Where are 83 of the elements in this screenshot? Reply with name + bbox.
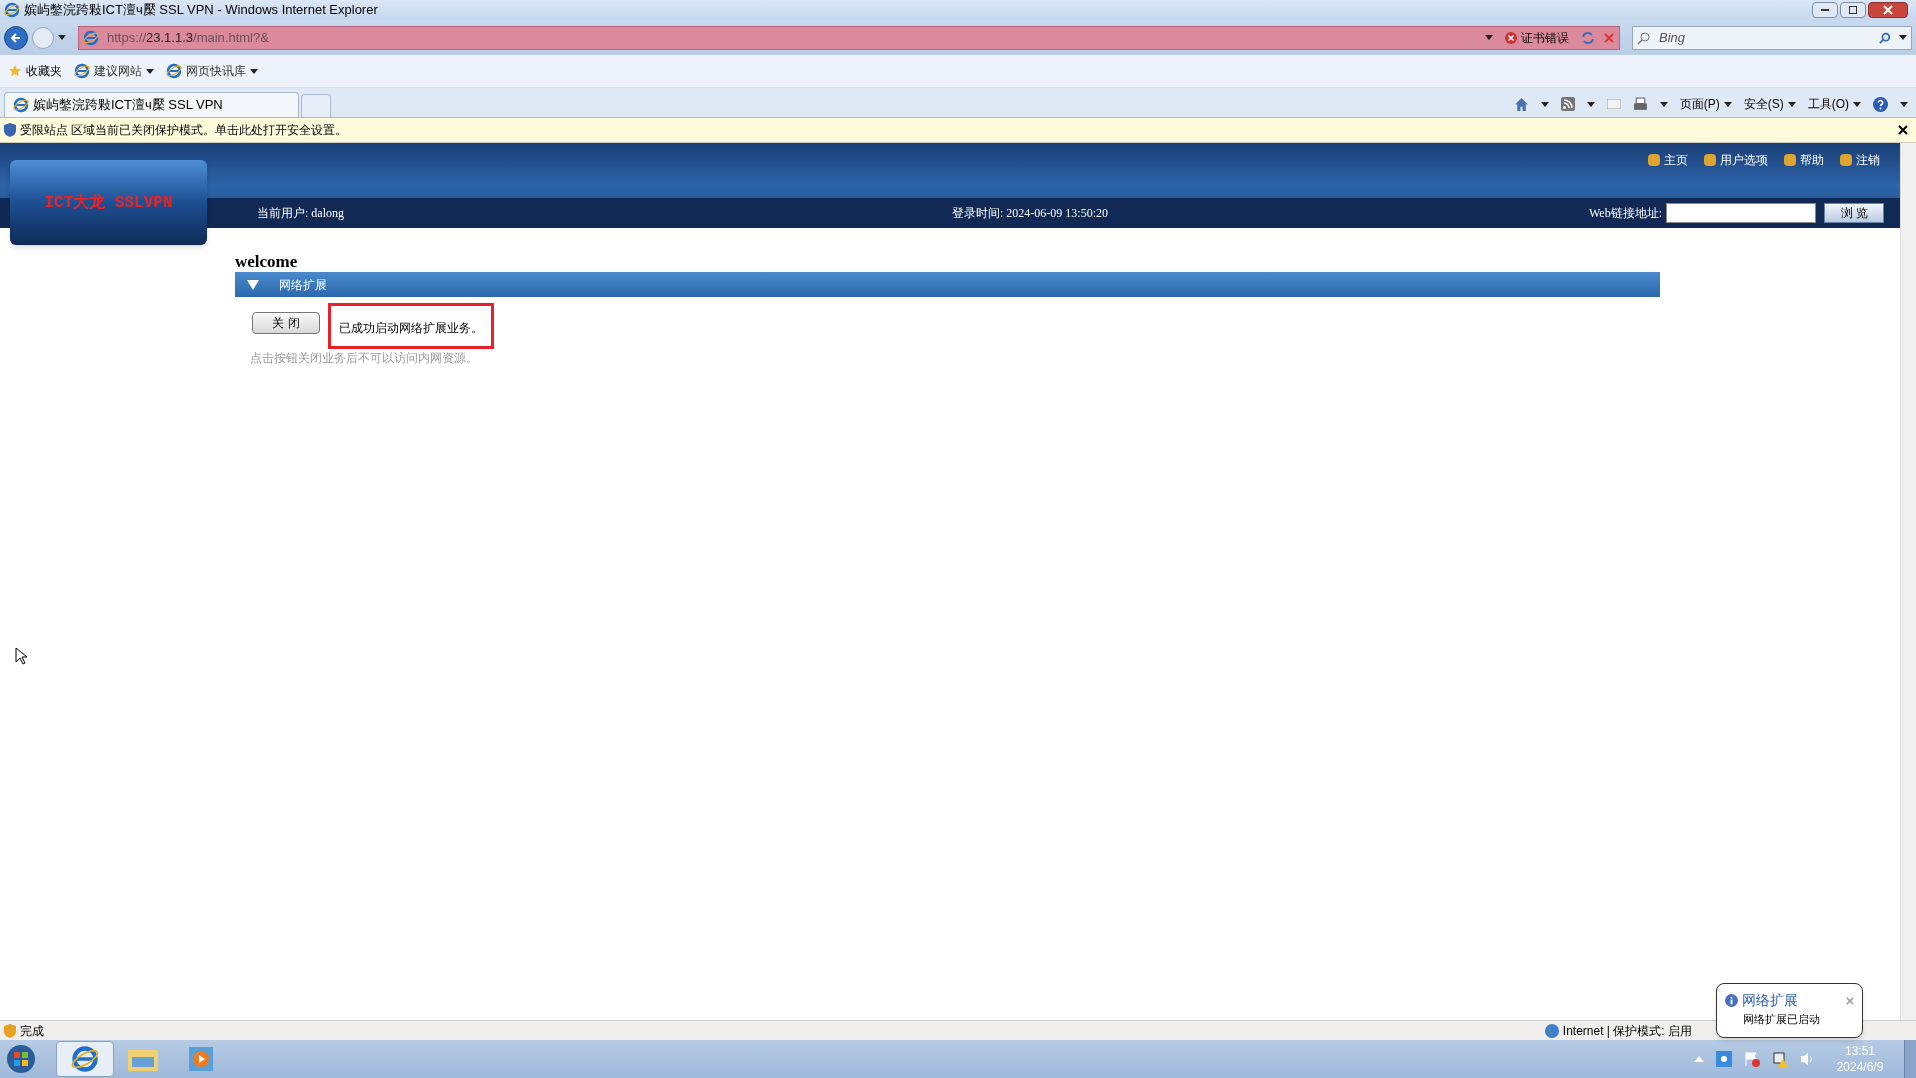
browser-icon [74,63,90,79]
home-icon[interactable] [1513,96,1529,112]
header-nav-link[interactable]: 用户选项 [1704,151,1768,169]
shield-icon [4,123,16,137]
status-text: 完成 [20,1022,44,1040]
header-nav-link[interactable]: 主页 [1648,151,1688,169]
web-link-field[interactable] [1666,203,1816,223]
windows-logo-icon [6,1044,36,1074]
back-button[interactable] [4,25,28,50]
browse-button[interactable]: 浏 览 [1824,203,1884,223]
caret-icon [250,68,258,74]
browser-icon [166,63,182,79]
scrollbar[interactable] [1900,143,1916,1020]
help-icon[interactable] [1873,96,1888,112]
globe-icon [1544,1023,1559,1038]
mouse-cursor-icon [15,647,27,665]
command-menu[interactable]: 工具(O) [1807,95,1861,113]
caret-icon [1586,101,1595,107]
header-nav-link[interactable]: 注销 [1840,151,1880,169]
print-icon[interactable] [1632,96,1648,112]
caret-icon [1787,101,1796,107]
close-icon [1883,5,1893,15]
address-field[interactable]: https://23.1.1.3/main.html?& 证书错误 [78,25,1620,50]
media-player-icon [189,1047,213,1071]
folder-icon [128,1047,158,1071]
refresh-icon[interactable] [1581,30,1595,45]
browser-icon [83,29,99,46]
nav-icon [1648,154,1660,166]
browser-tab[interactable]: 嫔屿鐅浣跨敤ICT澶ч檿 SSL VPN [4,92,299,117]
logo-text: ICT大龙 SSLVPN [44,192,173,214]
nav-icon [1704,154,1716,166]
star-icon [8,64,22,78]
browser-icon [4,2,20,18]
command-menu[interactable]: 页面(P) [1679,95,1732,113]
caret-icon [58,35,66,40]
caret-icon [1853,101,1861,107]
info-icon [1725,994,1738,1007]
close-button[interactable] [1868,2,1908,18]
current-user: 当前用户: dalong [257,205,344,222]
search-icon [1637,30,1651,45]
login-time: 登录时间: 2024-06-09 13:50:20 [952,205,1108,222]
search-icon[interactable] [1879,31,1891,44]
caret-icon [1485,35,1493,40]
feed-icon[interactable] [1560,97,1575,111]
window-title: 嫔屿鐅浣跨敤ICT澶ч檿 SSL VPN - Windows Internet Explorer [24,1,379,20]
caret-icon [1900,101,1908,107]
certificate-error-button[interactable]: 证书错误 [1501,28,1573,47]
status-message: 已成功启动网络扩展业务。 [328,303,494,349]
caret-icon [146,68,154,74]
browser-icon [13,97,29,113]
info-bar[interactable]: 受限站点 区域当前已关闭保护模式。单击此处打开安全设置。 [0,118,1916,143]
notification-body: 网络扩展已启动 [1742,1012,1821,1027]
caret-icon [1899,35,1907,40]
notification-title: 网络扩展 [1742,991,1798,1010]
close-service-button[interactable]: 关 闭 [252,312,320,334]
web-link-label: Web链接地址: [1588,205,1662,222]
zone-text: Internet | 保护模式: 启用 [1562,1022,1692,1040]
caret-icon [1540,101,1549,107]
nav-icon [1784,154,1796,166]
favorites-item[interactable]: 建议网站 [74,62,154,80]
search-box[interactable]: Bing [1632,25,1912,50]
close-icon[interactable] [1898,125,1908,135]
warning-shield-icon [4,1023,16,1038]
welcome-heading: welcome [235,252,299,272]
nav-icon [1840,154,1852,166]
hint-text: 点击按钮关闭业务后不可以访问内网资源。 [249,350,479,367]
url-text: https://23.1.1.3/main.html?& [107,28,270,47]
taskbar-item[interactable] [56,1041,114,1077]
caret-icon [1659,101,1668,107]
back-arrow-icon [10,31,22,44]
search-field[interactable]: Bing [1659,27,1871,48]
section-header[interactable]: 网络扩展 [235,272,1660,297]
command-menu[interactable]: 安全(S) [1743,95,1796,113]
favorites-item[interactable]: 收藏夹 [8,62,62,80]
caret-icon [1723,101,1732,107]
favorites-item[interactable]: 网页快讯库 [166,62,258,80]
network-warning-icon[interactable] [1772,1051,1788,1067]
minimize-button[interactable] [1812,2,1838,18]
restore-button[interactable] [1840,2,1866,18]
header-nav-link[interactable]: 帮助 [1784,151,1824,169]
error-icon [1505,31,1517,44]
flag-icon[interactable] [1744,1051,1760,1067]
browser-icon [71,1045,99,1073]
